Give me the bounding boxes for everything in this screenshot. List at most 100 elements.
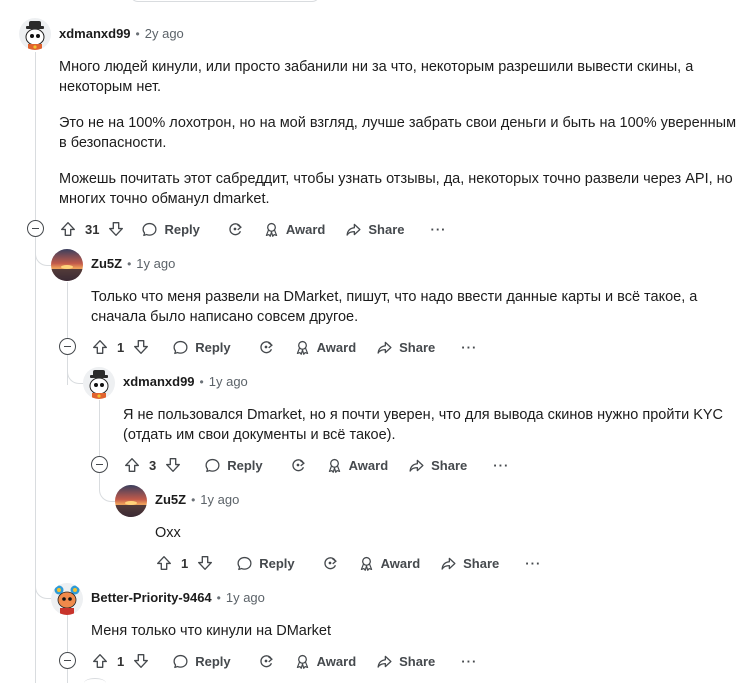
- reply-button[interactable]: Reply: [141, 221, 200, 238]
- thread-line-level-5-continued: [67, 669, 68, 683]
- collapse-thread-button[interactable]: [59, 338, 76, 355]
- comment-paragraph: Меня только что кинули на DMarket: [91, 623, 332, 639]
- crosspost-icon: [259, 341, 273, 354]
- author-name[interactable]: Zu5Z: [91, 256, 122, 271]
- collapse-thread-button[interactable]: [59, 652, 76, 669]
- reply-button[interactable]: Reply: [172, 339, 231, 356]
- upvote-icon[interactable]: [59, 220, 77, 238]
- upvote-icon[interactable]: [91, 338, 109, 356]
- partial-avatar-edge: [84, 678, 106, 683]
- reply-button[interactable]: Reply: [236, 555, 295, 572]
- comment-meta: xdmanxd99 • 1y ago: [123, 374, 248, 389]
- avatar[interactable]: [115, 485, 147, 517]
- award-icon: [296, 340, 308, 355]
- award-button[interactable]: Award: [358, 555, 420, 572]
- more-options-button[interactable]: ···: [461, 654, 477, 669]
- snoo-bear-ears-avatar-icon: [51, 583, 83, 615]
- comment-bubble-icon: [142, 222, 157, 236]
- timestamp[interactable]: 1y ago: [200, 492, 239, 507]
- reply-button[interactable]: Reply: [204, 457, 263, 474]
- award-label: Award: [348, 457, 389, 473]
- avatar[interactable]: [51, 249, 83, 281]
- downvote-icon[interactable]: [196, 554, 214, 572]
- snoo-hat-avatar-icon: [19, 18, 51, 50]
- collapse-thread-button[interactable]: [27, 220, 44, 237]
- more-options-button[interactable]: ···: [431, 222, 447, 237]
- upvote-icon[interactable]: [155, 554, 173, 572]
- award-button[interactable]: Award: [294, 339, 357, 356]
- share-button[interactable]: Share: [440, 555, 499, 572]
- vote-count: 1: [117, 653, 125, 669]
- vote-count: 1: [181, 555, 189, 571]
- share-label: Share: [431, 457, 468, 473]
- share-icon: [377, 655, 392, 668]
- meta-separator: •: [199, 374, 204, 389]
- thread-connector: [35, 237, 51, 266]
- comment-paragraph: Только что меня развели на DMarket, пишу…: [91, 289, 698, 325]
- share-icon: [441, 557, 456, 570]
- reply-label: Reply: [259, 555, 295, 571]
- share-label: Share: [399, 339, 436, 355]
- comment-meta: Better-Priority-9464 • 1y ago: [91, 590, 265, 605]
- thread-line-root: [35, 52, 36, 220]
- author-name[interactable]: Zu5Z: [155, 492, 186, 507]
- more-options-button[interactable]: ···: [525, 556, 541, 571]
- downvote-icon[interactable]: [107, 220, 125, 238]
- award-button[interactable]: Award: [294, 653, 356, 670]
- comment-meta: Zu5Z • 1y ago: [155, 492, 239, 507]
- author-name[interactable]: xdmanxd99: [123, 374, 195, 389]
- share-icon: [377, 341, 392, 354]
- more-options-button[interactable]: ···: [461, 340, 477, 355]
- share-button[interactable]: Share: [345, 221, 405, 238]
- award-label: Award: [316, 339, 357, 355]
- comment-action-bar: 1 Reply Award Share ···: [155, 551, 541, 575]
- share-button[interactable]: Share: [376, 653, 435, 670]
- award-button[interactable]: Award: [326, 457, 389, 474]
- award-icon: [328, 458, 340, 473]
- timestamp[interactable]: 1y ago: [226, 590, 265, 605]
- crosspost-button[interactable]: [257, 652, 275, 670]
- comment-action-bar: 31 Reply Award Share ···: [59, 217, 447, 241]
- comment-action-bar: 1 Reply Award Share ···: [91, 335, 477, 359]
- avatar[interactable]: [19, 18, 51, 50]
- award-button[interactable]: Award: [263, 221, 325, 238]
- crosspost-button[interactable]: [226, 220, 244, 238]
- downvote-icon[interactable]: [164, 456, 182, 474]
- sunset-avatar-icon: [51, 249, 83, 281]
- comment-action-bar: 1 Reply Award Share ···: [91, 649, 477, 673]
- award-icon: [265, 222, 278, 237]
- reply-label: Reply: [195, 339, 231, 355]
- timestamp[interactable]: 1y ago: [136, 256, 175, 271]
- upvote-icon[interactable]: [91, 652, 109, 670]
- collapse-thread-button[interactable]: [91, 456, 108, 473]
- share-button[interactable]: Share: [408, 457, 467, 474]
- crosspost-button[interactable]: [257, 338, 275, 356]
- comment-paragraph: Это не на 100% лохотрон, но на мой взгля…: [59, 115, 737, 151]
- downvote-icon[interactable]: [132, 338, 150, 356]
- crosspost-button[interactable]: [321, 554, 339, 572]
- share-label: Share: [463, 555, 500, 571]
- reply-label: Reply: [227, 457, 263, 473]
- timestamp[interactable]: 2y ago: [145, 26, 184, 41]
- reply-label: Reply: [164, 221, 200, 237]
- award-icon: [296, 654, 308, 669]
- author-name[interactable]: xdmanxd99: [59, 26, 131, 41]
- reply-button[interactable]: Reply: [172, 653, 231, 670]
- avatar[interactable]: [51, 583, 83, 615]
- thread-connector: [35, 540, 51, 599]
- comment-paragraph: Можешь почитать этот сабреддит, чтобы уз…: [59, 171, 733, 207]
- comment-body: Меня только что кинули на DMarket: [91, 621, 731, 641]
- more-options-button[interactable]: ···: [493, 458, 509, 473]
- avatar[interactable]: [83, 367, 115, 399]
- timestamp[interactable]: 1y ago: [209, 374, 248, 389]
- vote-control: 1: [91, 652, 150, 670]
- comment-bubble-icon: [237, 556, 252, 570]
- reply-label: Reply: [195, 653, 231, 669]
- comment-bubble-icon: [173, 654, 188, 668]
- comment-body: Много людей кинули, или просто забанили …: [59, 57, 743, 209]
- crosspost-button[interactable]: [289, 456, 307, 474]
- upvote-icon[interactable]: [123, 456, 141, 474]
- author-name[interactable]: Better-Priority-9464: [91, 590, 212, 605]
- share-button[interactable]: Share: [376, 339, 435, 356]
- downvote-icon[interactable]: [132, 652, 150, 670]
